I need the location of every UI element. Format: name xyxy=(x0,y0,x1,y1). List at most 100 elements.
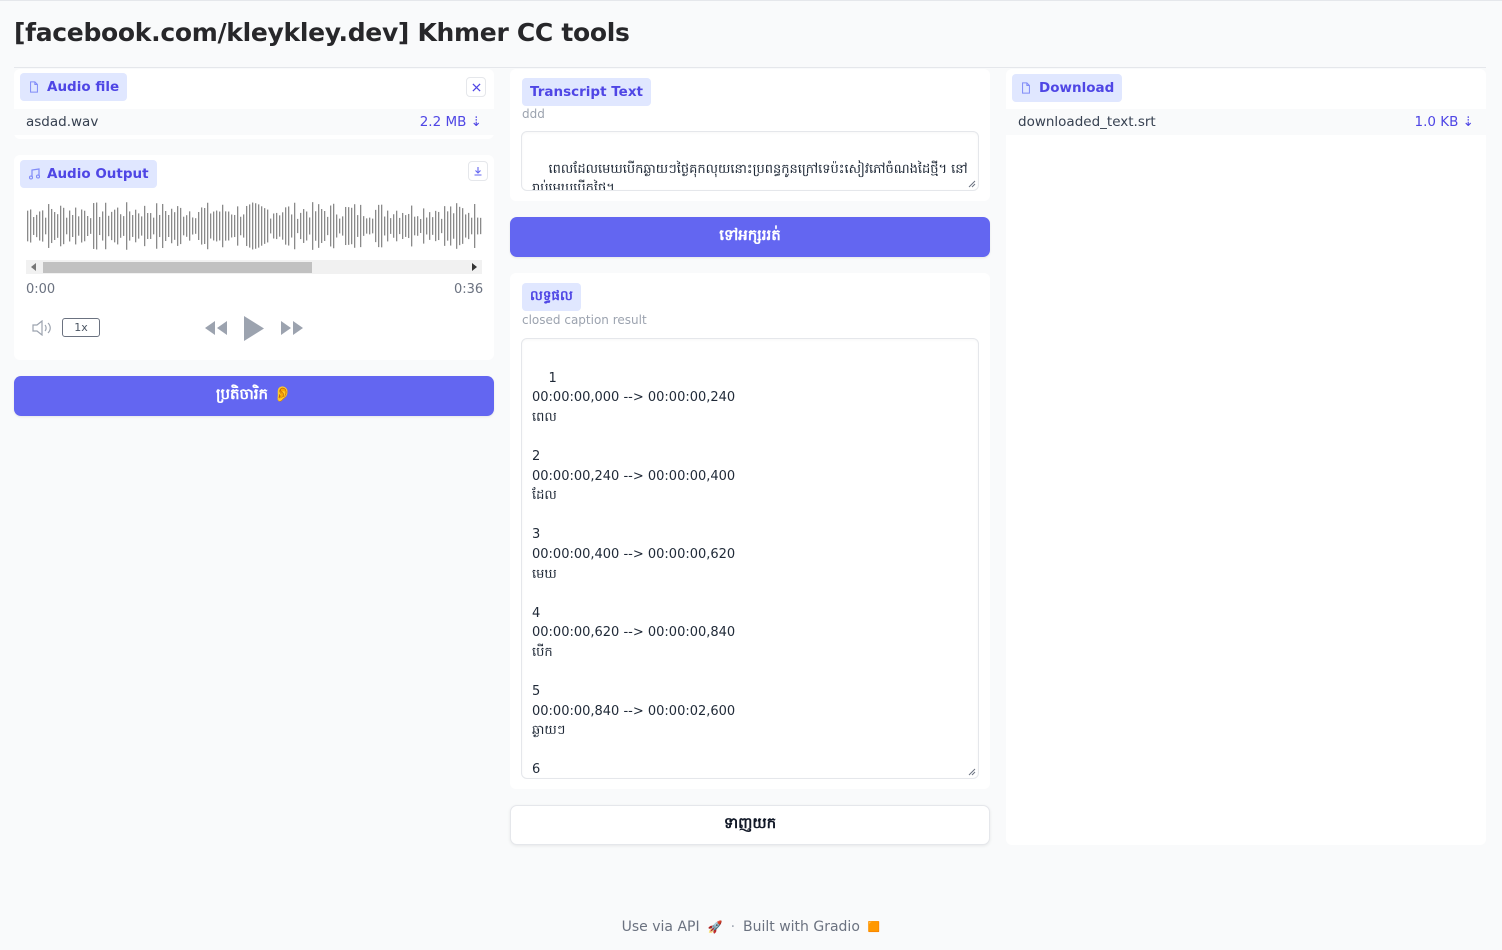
waveform-bar xyxy=(120,214,122,238)
audio-file-size[interactable]: 2.2 MB ⇣ xyxy=(420,114,482,130)
waveform-bar xyxy=(255,203,257,249)
waveform-bar xyxy=(390,218,392,234)
waveform-bar xyxy=(354,204,356,248)
waveform-bar xyxy=(288,206,290,246)
waveform-bar xyxy=(36,214,38,238)
transcript-textarea[interactable]: ពេលដែលមេឃបើកឆ្ងាយៗថ្ងៃគុកលុយនោះប្រពន្ធកូ… xyxy=(521,131,979,191)
waveform-bar xyxy=(333,203,335,249)
waveform-bar xyxy=(186,215,188,237)
waveform-bar xyxy=(318,204,320,248)
audio-waveform[interactable] xyxy=(26,200,482,252)
waveform-bar xyxy=(57,214,59,238)
waveform-bar xyxy=(306,211,308,241)
playback-rate-button[interactable]: 1x xyxy=(62,318,100,337)
download-audio-button[interactable] xyxy=(468,161,488,181)
transcript-info: ddd xyxy=(522,107,545,121)
waveform-bar xyxy=(243,214,245,238)
waveform-bar xyxy=(87,216,89,236)
audio-filename: asdad.wav xyxy=(26,114,99,130)
download-filename: downloaded_text.srt xyxy=(1018,114,1156,130)
gradio-logo-icon: 🟧 xyxy=(867,921,881,933)
scroll-left-icon[interactable] xyxy=(30,263,37,271)
waveform-bar xyxy=(231,214,233,238)
waveform-scrollbar[interactable] xyxy=(26,260,482,274)
waveform-bar xyxy=(90,218,92,234)
waveform-bar xyxy=(48,204,50,248)
waveform-bar xyxy=(264,208,266,244)
waveform-bar xyxy=(468,212,470,240)
waveform-bar xyxy=(60,205,62,247)
waveform-bar xyxy=(237,206,239,246)
waveform-bar xyxy=(213,211,215,241)
download-file-size[interactable]: 1.0 KB ⇣ xyxy=(1415,114,1474,130)
clear-audio-button[interactable] xyxy=(466,77,486,97)
use-via-api-link[interactable]: Use via API xyxy=(622,919,700,935)
waveform-bar xyxy=(153,217,155,235)
waveform-bar xyxy=(222,204,224,248)
skip-back-button[interactable] xyxy=(203,319,229,337)
waveform-bar xyxy=(207,202,209,250)
waveform-bar xyxy=(471,217,473,235)
waveform-bar xyxy=(441,218,443,234)
waveform-bar xyxy=(75,207,77,245)
waveform-bar xyxy=(384,216,386,236)
waveform-bar xyxy=(300,212,302,240)
waveform-bar xyxy=(69,210,71,242)
waveform-bar xyxy=(372,218,374,234)
download-button[interactable]: ទាញយក xyxy=(510,805,990,845)
resize-handle-icon[interactable] xyxy=(968,768,976,776)
transcribe-button[interactable]: ប្រតិចារិក 👂 xyxy=(14,376,494,416)
waveform-bar xyxy=(156,203,158,249)
waveform-bar xyxy=(474,204,476,248)
skip-forward-button[interactable] xyxy=(279,319,305,337)
waveform-bar xyxy=(297,218,299,234)
waveform-bar xyxy=(111,211,113,241)
waveform-bar xyxy=(165,210,167,242)
waveform-bar xyxy=(339,218,341,234)
audio-file-label: Audio file xyxy=(20,73,128,101)
title-divider xyxy=(14,67,1486,68)
waveform-bar xyxy=(129,211,131,241)
waveform-bar xyxy=(39,211,41,241)
download-file-row[interactable]: downloaded_text.srt 1.0 KB ⇣ xyxy=(1006,109,1486,135)
waveform-bar xyxy=(54,212,56,240)
waveform-bar xyxy=(258,204,260,248)
waveform-bar xyxy=(480,217,482,235)
built-with-gradio-link[interactable]: Built with Gradio xyxy=(743,919,860,935)
waveform-bar xyxy=(366,218,368,234)
waveform-bar xyxy=(273,213,275,239)
waveform-bar xyxy=(234,214,236,238)
waveform-bar xyxy=(444,206,446,246)
convert-button[interactable]: ទៅអក្សររត់ xyxy=(510,217,990,257)
waveform-bar xyxy=(180,207,182,245)
waveform-bar xyxy=(210,213,212,239)
audio-output-label-text: Audio Output xyxy=(47,166,149,182)
waveform-bar xyxy=(396,210,398,242)
audio-output-label: Audio Output xyxy=(20,160,157,188)
waveform-bar xyxy=(408,213,410,239)
transcript-text: ពេលដែលមេឃបើកឆ្ងាយៗថ្ងៃគុកលុយនោះប្រពន្ធកូ… xyxy=(532,161,968,191)
waveform-bar xyxy=(249,204,251,248)
waveform-bar xyxy=(465,214,467,238)
waveform-bar xyxy=(420,218,422,234)
waveform-bar xyxy=(369,217,371,235)
scroll-right-icon[interactable] xyxy=(471,263,478,271)
waveform-bar xyxy=(426,217,428,235)
waveform-bar xyxy=(51,208,53,244)
waveform-bar xyxy=(303,209,305,243)
waveform-bar xyxy=(204,208,206,244)
resize-handle-icon[interactable] xyxy=(968,180,976,188)
footer-separator: · xyxy=(730,919,736,935)
volume-button[interactable] xyxy=(30,318,54,338)
play-button[interactable] xyxy=(240,313,268,343)
waveform-bar xyxy=(162,203,164,249)
waveform-bar xyxy=(294,202,296,250)
fast-forward-icon xyxy=(281,321,303,335)
result-textarea[interactable]: 1 00:00:00,000 --> 00:00:00,240 ពេល 2 00… xyxy=(521,338,979,779)
waveform-bar xyxy=(381,204,383,248)
waveform-bar xyxy=(198,211,200,241)
scrollbar-thumb[interactable] xyxy=(43,262,312,273)
waveform-bar xyxy=(84,210,86,242)
audio-file-row[interactable]: asdad.wav 2.2 MB ⇣ xyxy=(14,109,494,135)
waveform-bar xyxy=(429,212,431,240)
